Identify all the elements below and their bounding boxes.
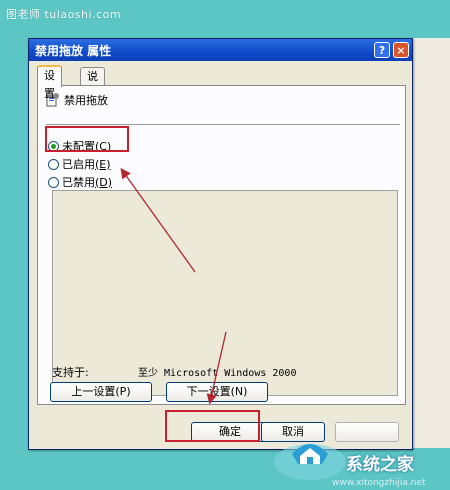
arrow-to-not-configured [120,167,196,273]
arrow-to-ok [206,331,227,405]
tab-settings[interactable]: 设置 [37,65,62,100]
logo-brand: 系统之家 [346,455,414,475]
logo-icon [274,444,346,480]
site-logo: 系统之家 www.xitongzhijia.net [270,414,450,490]
logo-url: www.xitongzhijia.net [332,478,426,488]
